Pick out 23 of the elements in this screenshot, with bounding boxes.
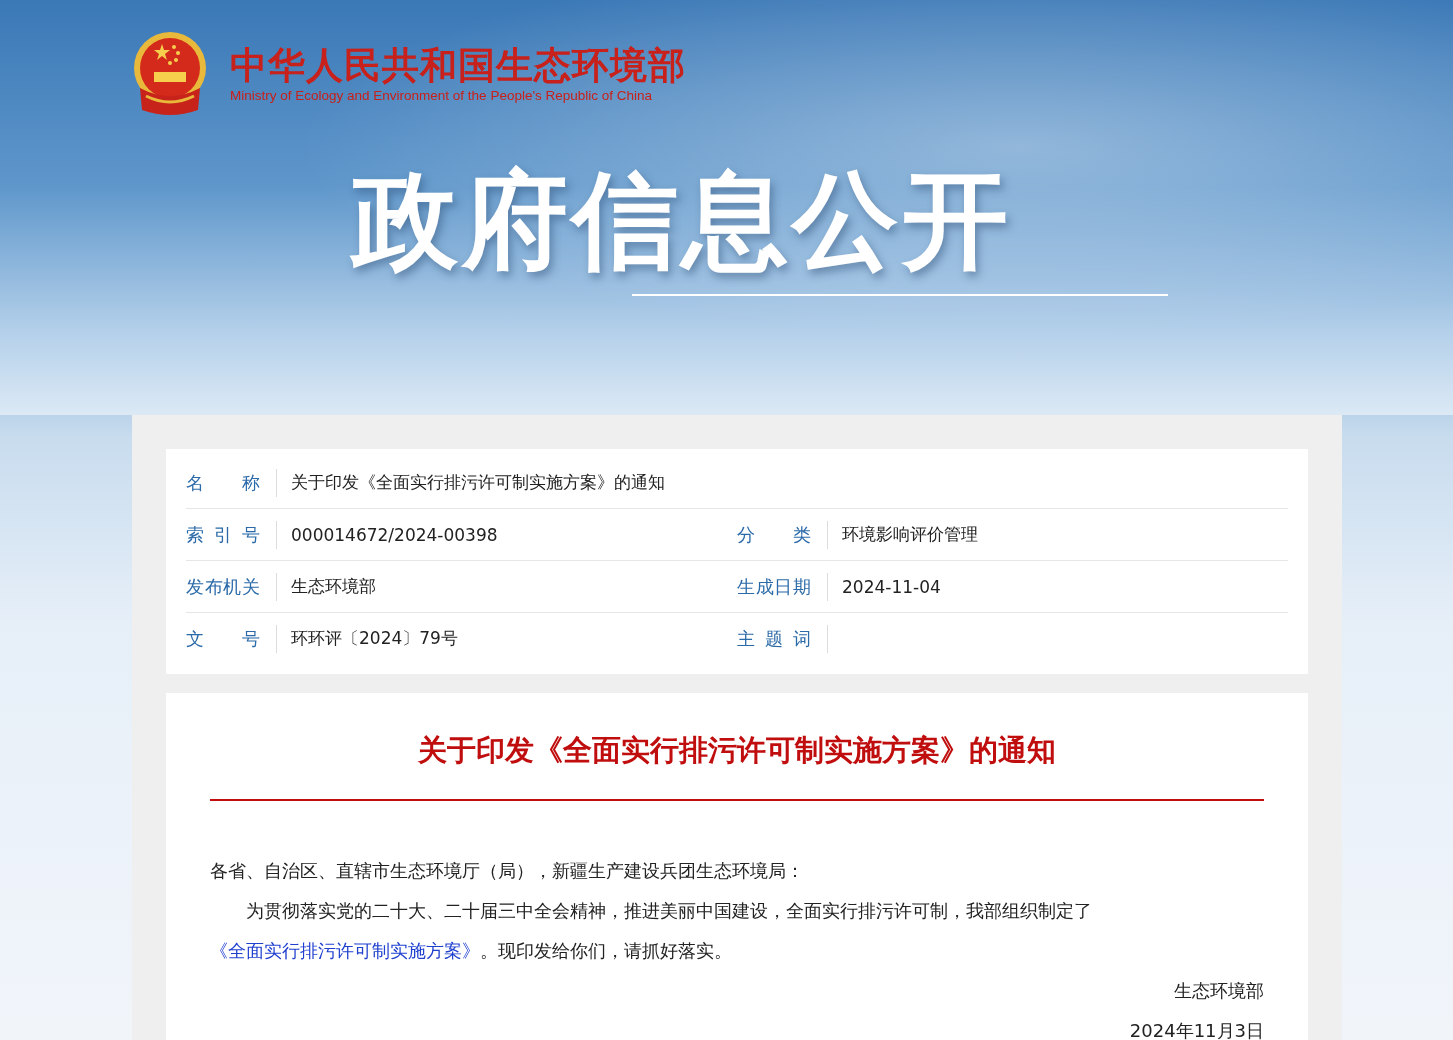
- field-label: 发布机关: [186, 574, 260, 599]
- site-name: 中华人民共和国生态环境部: [230, 43, 686, 88]
- issue-date: 2024年11月3日: [1128, 1019, 1264, 1040]
- field-value: 生态环境部: [291, 575, 376, 598]
- field-value: 2024-11-04: [842, 576, 941, 597]
- banner-title: 政府信息公开: [349, 158, 1013, 284]
- field-label: 生成日期: [737, 574, 811, 599]
- field-value: 关于印发《全面实行排污许可制实施方案》的通知: [291, 471, 665, 494]
- signature: 生态环境部: [1173, 979, 1264, 1003]
- field-value: 环境影响评价管理: [842, 523, 978, 546]
- emblem-icon: [132, 30, 208, 116]
- field-value: 环环评〔2024〕79号: [291, 627, 458, 650]
- field-label: 主题词: [737, 626, 811, 651]
- document-link[interactable]: 《全面实行排污许可制实施方案》: [210, 940, 480, 961]
- site-name-english: Ministry of Ecology and Environment of the People's Republic of China: [230, 87, 654, 103]
- field-label: 索引号: [186, 522, 260, 547]
- body-paragraph: 为贯彻落实党的二十大、二十届三中全会精神，推进美丽中国建设，全面实行排污许可制，我部组织制定了 《全面实行排污许可制实施方案》。现印发给你们，请抓好落实。: [210, 899, 1093, 963]
- field-label: 名称: [186, 470, 260, 495]
- field-value: 000014672/2024-00398: [291, 524, 498, 545]
- field-label: 文号: [186, 626, 260, 651]
- article-title: 关于印发《全面实行排污许可制实施方案》的通知: [417, 732, 1057, 769]
- field-label: 分类: [737, 522, 811, 547]
- salutation: 各省、自治区、直辖市生态环境厅（局），新疆生产建设兵团生态环境局：: [210, 859, 805, 883]
